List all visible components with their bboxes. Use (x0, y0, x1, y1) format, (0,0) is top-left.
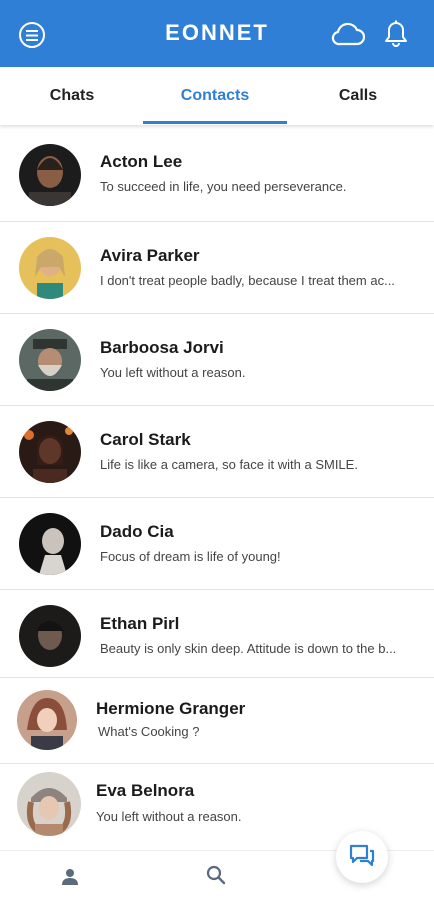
contact-name: Acton Lee (100, 152, 183, 171)
active-tab-indicator (143, 121, 287, 124)
contact-status: You left without a reason. (96, 809, 242, 824)
contact-row[interactable]: Barboosa Jorvi You left without a reason… (0, 314, 434, 406)
contact-name: Avira Parker (100, 246, 200, 265)
cloud-icon[interactable] (331, 21, 366, 52)
tab-calls[interactable]: Calls (286, 67, 430, 125)
contact-status: I don't treat people badly, because I tr… (100, 273, 395, 288)
contact-name: Ethan Pirl (100, 614, 180, 633)
tab-bar: Chats Contacts Calls (0, 67, 434, 125)
contact-name: Dado Cia (100, 522, 174, 541)
contact-row[interactable]: Dado Cia Focus of dream is life of young… (0, 498, 434, 590)
avatar (19, 329, 81, 391)
contact-row[interactable]: Carol Stark Life is like a camera, so fa… (0, 406, 434, 498)
chat-bubbles-icon (349, 844, 375, 867)
contact-row[interactable]: Avira Parker I don't treat people badly,… (0, 222, 434, 314)
person-icon[interactable] (61, 868, 79, 891)
contact-status: Focus of dream is life of young! (100, 549, 281, 564)
contact-row[interactable]: Ethan Pirl Beauty is only skin deep. Att… (0, 590, 434, 678)
contact-name: Carol Stark (100, 430, 191, 449)
contact-name: Barboosa Jorvi (100, 338, 224, 357)
tab-chats[interactable]: Chats (0, 67, 144, 125)
avatar (19, 421, 81, 483)
avatar (17, 690, 77, 750)
avatar (19, 605, 81, 667)
contact-row[interactable]: Acton Lee To succeed in life, you need p… (0, 128, 434, 222)
contact-status: You left without a reason. (100, 365, 246, 380)
contact-name: Hermione Granger (96, 699, 246, 718)
contact-row[interactable]: Hermione Granger What's Cooking ? (0, 678, 434, 764)
app-bar: EONNET (0, 0, 434, 67)
tab-contacts[interactable]: Contacts (143, 67, 287, 125)
avatar (19, 144, 81, 206)
search-icon[interactable] (206, 865, 226, 890)
bell-icon[interactable] (384, 20, 408, 53)
contact-status: Life is like a camera, so face it with a… (100, 457, 358, 472)
avatar (17, 772, 81, 836)
contact-name: Eva Belnora (96, 781, 195, 800)
app-logo: EONNET (165, 20, 269, 45)
avatar (19, 237, 81, 299)
contact-status: Beauty is only skin deep. Attitude is do… (100, 641, 397, 656)
new-chat-button[interactable] (336, 831, 388, 883)
avatar (19, 513, 81, 575)
contact-status: What's Cooking ? (98, 724, 200, 739)
contact-status: To succeed in life, you need perseveranc… (100, 179, 347, 194)
